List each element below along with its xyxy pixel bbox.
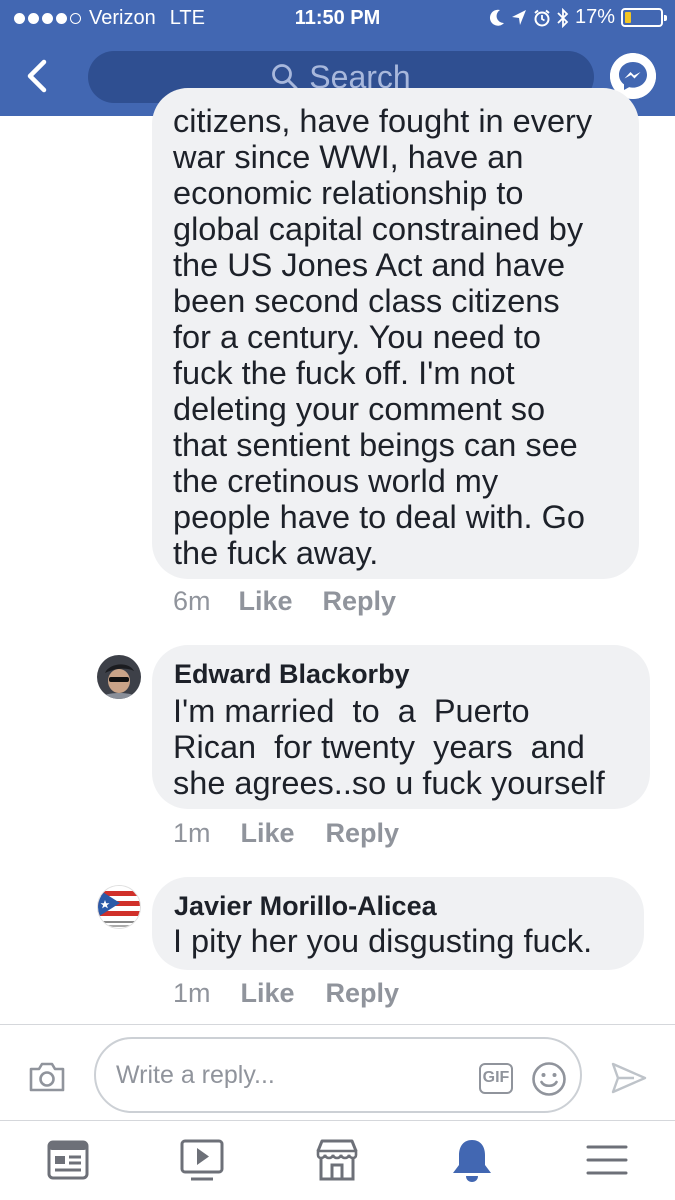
- reply-field[interactable]: GIF: [94, 1037, 582, 1113]
- comment-text-line: global capital constrained by: [173, 211, 584, 247]
- reply-composer: GIF: [0, 1024, 675, 1120]
- alarm-icon: [534, 9, 550, 26]
- news-feed-icon[interactable]: [43, 1135, 93, 1185]
- comment-author[interactable]: Edward Blackorby: [174, 657, 410, 691]
- comment-actions: 6m Like Reply: [173, 586, 396, 617]
- comment-text-line: Rican for twenty years and: [173, 729, 585, 765]
- comment-bubble: Javier Morillo-Alicea I pity her you dis…: [152, 877, 644, 970]
- like-link[interactable]: Like: [241, 978, 295, 1009]
- reply-link[interactable]: Reply: [323, 586, 397, 617]
- marketplace-icon[interactable]: [312, 1135, 362, 1185]
- like-link[interactable]: Like: [239, 586, 293, 617]
- reply-link[interactable]: Reply: [326, 978, 400, 1009]
- comment-text-line: she agrees..so u fuck yourself: [173, 765, 605, 801]
- reply-input[interactable]: [116, 1057, 476, 1093]
- comment-author[interactable]: Javier Morillo-Alicea: [174, 889, 437, 923]
- comment-actions: 1m Like Reply: [173, 818, 399, 849]
- comment-text-line: the fuck away.: [173, 535, 379, 571]
- comment-text: I'm married to a Puerto Rican for twenty …: [173, 693, 605, 801]
- notifications-icon[interactable]: [447, 1135, 497, 1185]
- back-icon[interactable]: [22, 56, 52, 96]
- comment-bubble: citizens, have fought in every war since …: [152, 88, 639, 579]
- send-icon[interactable]: [610, 1061, 648, 1095]
- comment-text-line: fuck the fuck off. I'm not: [173, 355, 515, 391]
- search-icon: [272, 64, 298, 90]
- comment-text-line: I pity her you disgusting fuck.: [173, 923, 593, 959]
- comment-text: I pity her you disgusting fuck.: [173, 923, 592, 959]
- comment-text-line: the cretinous world my: [173, 463, 499, 499]
- comment-time: 1m: [173, 818, 211, 848]
- avatar-edward-blackorby[interactable]: [97, 655, 141, 699]
- comment-time: 1m: [173, 978, 211, 1008]
- puerto-rico-flag-icon: [98, 886, 140, 928]
- comment-text-line: that sentient beings can see: [173, 427, 578, 463]
- comment-text-line: been second class citizens: [173, 283, 560, 319]
- comment-text-line: economic relationship to: [173, 175, 524, 211]
- comment-text-line: war since WWI, have an: [173, 139, 524, 175]
- comment-actions: 1m Like Reply: [173, 978, 399, 1009]
- comment-time: 6m: [173, 586, 211, 616]
- avatar-photo: [97, 655, 141, 699]
- comment-text-line: the US Jones Act and have: [173, 247, 566, 283]
- camera-icon[interactable]: [28, 1061, 66, 1093]
- status-bar: Verizon LTE 11:50 PM 17%: [0, 0, 675, 38]
- comment-text-line: deleting your comment so: [173, 391, 546, 427]
- comment-text-line: for a century. You need to: [173, 319, 542, 355]
- do-not-disturb-icon: [489, 9, 504, 26]
- status-icons: 17%: [489, 6, 667, 29]
- emoji-icon[interactable]: [531, 1061, 567, 1097]
- bluetooth-icon: [557, 7, 569, 28]
- comment-text-line: citizens, have fought in every: [173, 103, 593, 139]
- comment-text: citizens, have fought in every war since …: [173, 103, 592, 571]
- video-icon[interactable]: [177, 1135, 227, 1185]
- battery-percent: 17%: [574, 6, 615, 28]
- battery-icon: [621, 8, 667, 27]
- avatar-javier-morillo-alicea[interactable]: [97, 885, 141, 929]
- menu-icon[interactable]: [582, 1135, 632, 1185]
- bottom-tab-bar: [0, 1120, 675, 1200]
- location-icon: [511, 9, 526, 25]
- comment-text-line: I'm married to a Puerto: [173, 693, 530, 729]
- comment-text-line: people have to deal with. Go: [173, 499, 585, 535]
- like-link[interactable]: Like: [241, 818, 295, 849]
- comment-bubble: Edward Blackorby I'm married to a Puerto…: [152, 645, 650, 809]
- gif-button[interactable]: GIF: [479, 1063, 513, 1094]
- reply-link[interactable]: Reply: [326, 818, 400, 849]
